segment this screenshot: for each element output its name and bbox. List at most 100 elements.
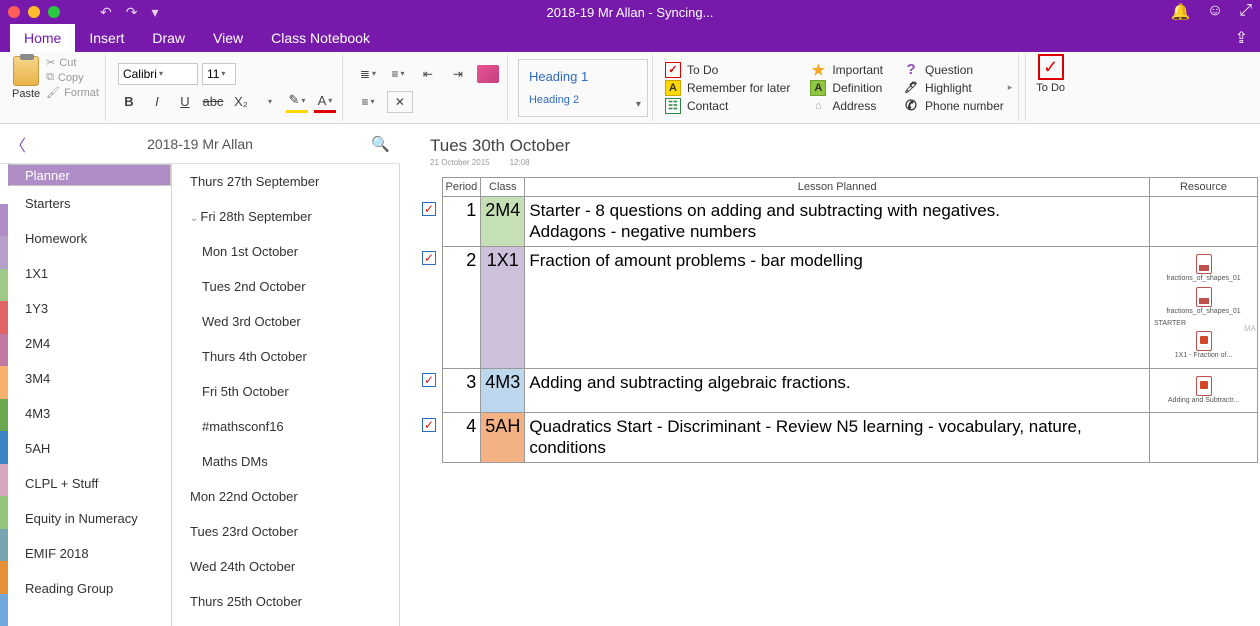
cell-lesson[interactable]: Starter - 8 questions on adding and subt… — [525, 197, 1150, 247]
tab-insert[interactable]: Insert — [75, 24, 138, 52]
style-heading1[interactable]: Heading 1 — [529, 69, 637, 84]
cell-resource[interactable]: fractions_of_shapes_01 fractions_of_shape… — [1150, 246, 1258, 368]
delete-button[interactable]: ✕ — [387, 91, 413, 113]
cell-period[interactable]: 2 — [442, 246, 481, 368]
section-item[interactable]: EMIF 2018 — [8, 536, 171, 571]
page-item[interactable]: Thurs 27th September — [172, 164, 399, 199]
close-icon[interactable] — [8, 6, 20, 18]
cell-lesson[interactable]: Fraction of amount problems - bar modell… — [525, 246, 1150, 368]
italic-button[interactable]: I — [146, 91, 168, 113]
resource-file[interactable]: Adding and Subtractr... — [1154, 376, 1253, 405]
section-item[interactable]: Equity in Numeracy — [8, 501, 171, 536]
section-item[interactable]: Homework — [8, 221, 171, 256]
row-checkbox[interactable]: ✓ — [422, 251, 436, 265]
cell-class[interactable]: 5AH — [481, 413, 525, 463]
highlight-color-button[interactable]: ✎ — [286, 91, 308, 113]
cell-class[interactable]: 4M3 — [481, 368, 525, 412]
undo-icon[interactable]: ↶ — [100, 4, 112, 21]
minimize-icon[interactable] — [28, 6, 40, 18]
page-item[interactable]: Tues 2nd October — [172, 269, 399, 304]
customize-qat-icon[interactable]: ▾ — [151, 4, 158, 21]
section-item[interactable]: Reading Group — [8, 571, 171, 606]
cell-resource[interactable] — [1150, 197, 1258, 247]
section-item[interactable]: 3M4 — [8, 361, 171, 396]
redo-icon[interactable]: ↷ — [126, 4, 138, 21]
tag-todo[interactable]: ✓To Do — [665, 62, 790, 78]
section-item[interactable]: Starters — [8, 186, 171, 221]
row-checkbox[interactable]: ✓ — [422, 418, 436, 432]
share-icon[interactable]: ⇪ — [1235, 28, 1248, 48]
cell-lesson[interactable]: Adding and subtracting algebraic fractio… — [525, 368, 1150, 412]
fullscreen-icon[interactable]: ⤢ — [1239, 2, 1252, 22]
cell-period[interactable]: 1 — [442, 197, 481, 247]
clear-formatting-button[interactable] — [475, 63, 501, 85]
table-row[interactable]: ✓ 45AHQuadratics Start - Discriminant - R… — [418, 413, 1258, 463]
tag-remember[interactable]: ARemember for later — [665, 80, 790, 96]
tag-highlight[interactable]: 🖊Highlight▸ — [903, 80, 1012, 96]
cell-resource[interactable] — [1150, 413, 1258, 463]
section-item[interactable]: 1Y3 — [8, 291, 171, 326]
copy-button[interactable]: ⧉Copy — [46, 71, 99, 84]
tab-draw[interactable]: Draw — [138, 24, 199, 52]
resource-file[interactable]: fractions_of_shapes_01 — [1154, 254, 1253, 283]
cell-class[interactable]: 1X1 — [481, 246, 525, 368]
resource-file[interactable]: 1X1 - Fraction of... — [1154, 331, 1253, 360]
page-content[interactable]: Tues 30th October 21 October 2015 12:08 … — [400, 124, 1260, 626]
bold-button[interactable]: B — [118, 91, 140, 113]
tab-home[interactable]: Home — [10, 24, 75, 52]
todo-button[interactable]: ✓ To Do — [1025, 54, 1065, 121]
font-color-button[interactable]: A — [314, 91, 336, 113]
style-heading2[interactable]: Heading 2 — [529, 94, 637, 106]
page-item[interactable]: Mon 1st October — [172, 234, 399, 269]
tag-definition[interactable]: ADefinition — [810, 80, 883, 96]
tag-question[interactable]: ?Question — [903, 62, 1012, 78]
tag-important[interactable]: ★Important — [810, 62, 883, 78]
format-painter-button[interactable]: 🖌Format — [46, 86, 99, 99]
page-item[interactable]: Maths DMs — [172, 444, 399, 479]
cell-period[interactable]: 4 — [442, 413, 481, 463]
page-item[interactable]: #mathsconf16 — [172, 409, 399, 444]
tag-address[interactable]: ⌂Address — [810, 98, 883, 114]
tab-view[interactable]: View — [199, 24, 257, 52]
page-title[interactable]: Tues 30th October — [400, 124, 1260, 158]
section-item[interactable]: 1X1 — [8, 256, 171, 291]
resource-file[interactable]: fractions_of_shapes_01 — [1154, 287, 1253, 316]
table-row[interactable]: ✓ 12M4Starter - 8 questions on adding and… — [418, 197, 1258, 247]
tag-phone[interactable]: ✆Phone number — [903, 98, 1012, 114]
page-item[interactable]: Thurs 4th October — [172, 339, 399, 374]
row-checkbox[interactable]: ✓ — [422, 373, 436, 387]
section-item[interactable]: CLPL + Stuff — [8, 466, 171, 501]
back-icon[interactable]: 〈 — [10, 132, 26, 156]
cut-button[interactable]: ✂Cut — [46, 56, 99, 69]
cell-class[interactable]: 2M4 — [481, 197, 525, 247]
planner-table[interactable]: Period Class Lesson Planned Resource ✓12… — [418, 177, 1258, 463]
cell-lesson[interactable]: Quadratics Start - Discriminant - Review… — [525, 413, 1150, 463]
page-item[interactable]: Wed 24th October — [172, 549, 399, 584]
page-item[interactable]: Mon 22nd October — [172, 479, 399, 514]
section-item[interactable]: Planner — [8, 164, 171, 186]
styles-gallery[interactable]: Heading 1 Heading 2 — [518, 59, 648, 117]
cell-resource[interactable]: Adding and Subtractr... — [1150, 368, 1258, 412]
subscript-dropdown[interactable] — [258, 91, 280, 113]
tab-class-notebook[interactable]: Class Notebook — [257, 24, 384, 52]
page-item[interactable]: Tues 23rd October — [172, 514, 399, 549]
indent-button[interactable]: ⇥ — [445, 63, 471, 85]
paste-button[interactable]: Paste — [12, 56, 40, 119]
section-item[interactable]: 4M3 — [8, 396, 171, 431]
cell-period[interactable]: 3 — [442, 368, 481, 412]
notifications-icon[interactable]: 🔔 — [1171, 2, 1191, 22]
bullets-button[interactable]: ≣ — [355, 63, 381, 85]
section-item[interactable]: 2M4 — [8, 326, 171, 361]
font-size-select[interactable]: 11 — [202, 63, 236, 85]
page-item[interactable]: ⌄Fri 28th September — [172, 199, 399, 234]
row-checkbox[interactable]: ✓ — [422, 202, 436, 216]
numbering-button[interactable]: ≡ — [385, 63, 411, 85]
font-family-select[interactable]: Calibri — [118, 63, 198, 85]
feedback-icon[interactable]: ☺ — [1207, 2, 1223, 22]
tag-contact[interactable]: ☷Contact — [665, 98, 790, 114]
search-icon[interactable]: 🔍 — [371, 135, 390, 153]
subscript-button[interactable]: X₂ — [230, 91, 252, 113]
table-row[interactable]: ✓ 21X1Fraction of amount problems - bar m… — [418, 246, 1258, 368]
page-item[interactable]: Thurs 25th October — [172, 584, 399, 619]
chevron-down-icon[interactable]: ⌄ — [190, 213, 198, 224]
